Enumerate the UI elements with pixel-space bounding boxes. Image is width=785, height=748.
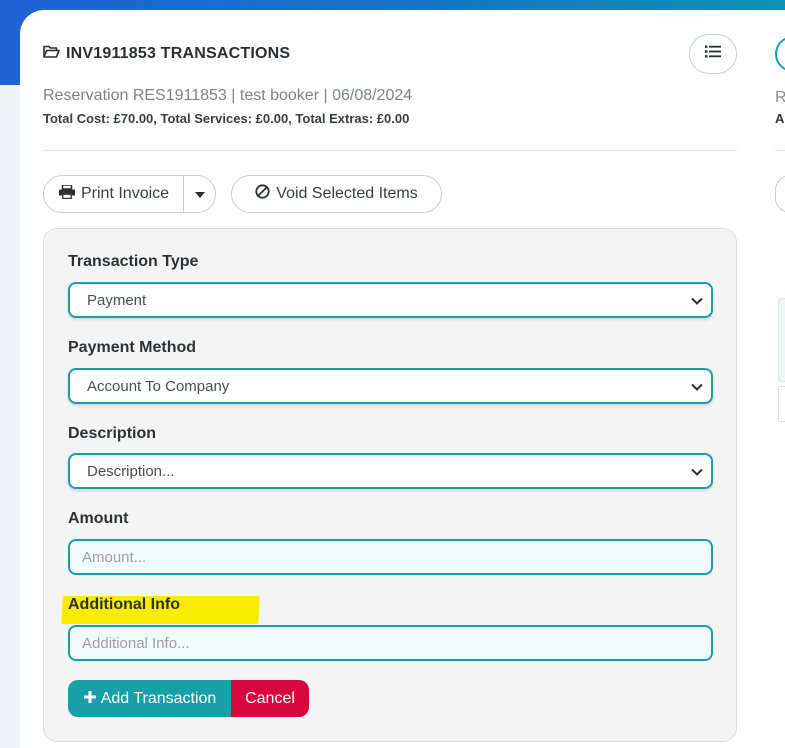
adjacent-panel-subtitle: R xyxy=(775,89,785,106)
page-title: INV1911853 TRANSACTIONS xyxy=(43,44,290,64)
chevron-down-icon xyxy=(691,378,703,395)
void-selected-button[interactable]: Void Selected Items xyxy=(231,175,442,213)
list-icon xyxy=(705,45,721,63)
print-button-group: Print Invoice xyxy=(43,175,217,213)
amount-label: Amount xyxy=(68,510,129,527)
transaction-type-value: Payment xyxy=(87,291,147,309)
description-label: Description xyxy=(68,425,157,442)
payment-method-label: Payment Method xyxy=(68,339,197,356)
print-invoice-button[interactable]: Print Invoice xyxy=(44,176,185,212)
chevron-down-icon xyxy=(691,463,703,480)
payment-method-value: Account To Company xyxy=(87,377,230,395)
additional-info-label: Additional Info xyxy=(68,596,180,613)
add-transaction-label: Add Transaction xyxy=(100,689,217,707)
plus-icon xyxy=(83,690,96,708)
cancel-label: Cancel xyxy=(245,689,295,707)
description-select[interactable]: Description... xyxy=(68,453,713,489)
background-strip xyxy=(0,85,20,748)
header-divider xyxy=(43,150,737,151)
transaction-type-label: Transaction Type xyxy=(68,253,199,270)
void-selected-label: Void Selected Items xyxy=(276,185,418,202)
cancel-button[interactable]: Cancel xyxy=(231,680,309,717)
caret-down-icon xyxy=(194,185,205,203)
amount-input[interactable] xyxy=(68,539,713,575)
transaction-type-select[interactable]: Payment xyxy=(68,282,713,318)
printer-icon xyxy=(59,183,75,204)
payment-method-select[interactable]: Account To Company xyxy=(68,368,713,404)
folder-open-icon xyxy=(43,44,60,64)
ban-icon xyxy=(255,184,270,204)
adjacent-panel-table xyxy=(778,298,785,382)
page-title-text: INV1911853 TRANSACTIONS xyxy=(66,45,291,62)
add-transaction-button[interactable]: Add Transaction xyxy=(68,680,232,717)
options-menu-button[interactable] xyxy=(689,34,737,74)
description-value: Description... xyxy=(87,462,175,480)
reservation-subtitle: Reservation RES1911853 | test booker | 0… xyxy=(43,87,413,104)
print-invoice-label: Print Invoice xyxy=(81,185,170,202)
additional-info-input[interactable] xyxy=(68,625,713,661)
adjacent-panel-table-row xyxy=(778,386,785,422)
print-options-dropdown[interactable] xyxy=(184,176,215,212)
adjacent-panel-divider xyxy=(775,150,785,151)
chevron-down-icon xyxy=(691,292,703,309)
adjacent-panel-totals: A xyxy=(775,111,785,126)
totals-summary: Total Cost: £70.00, Total Services: £0.0… xyxy=(43,111,410,126)
